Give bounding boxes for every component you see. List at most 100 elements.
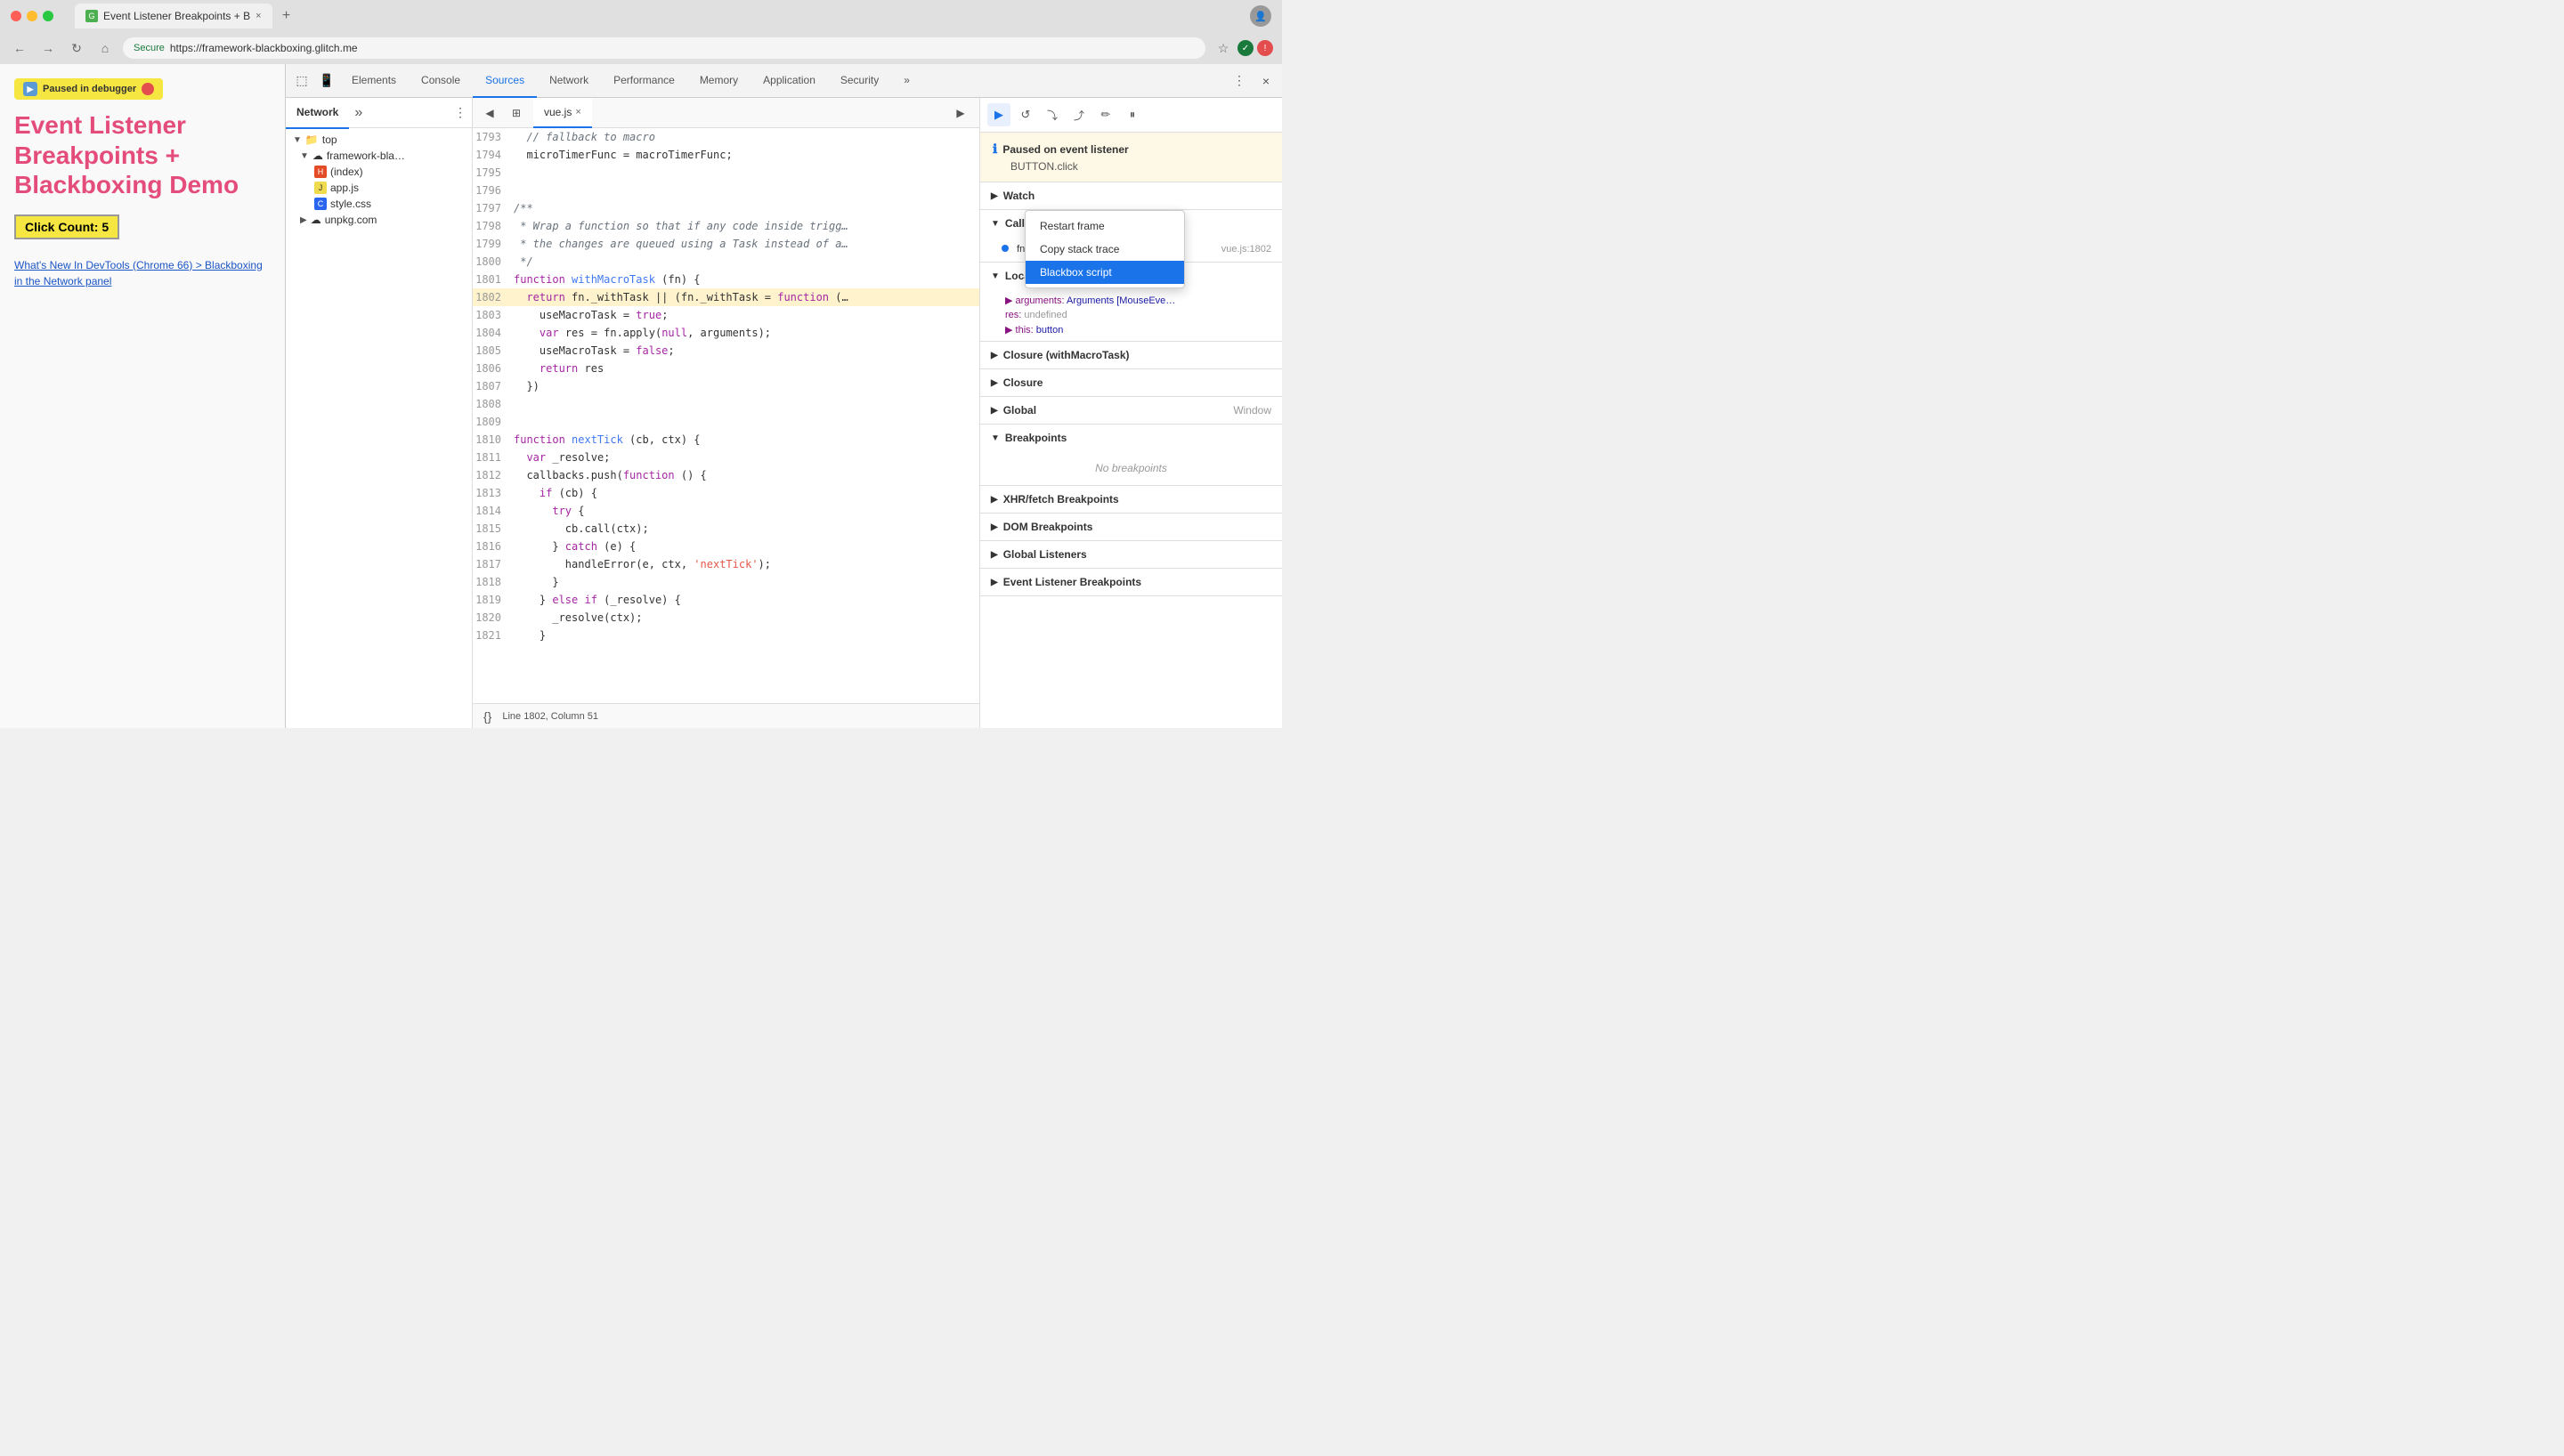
toggle-sidebar-button[interactable]: ◀ bbox=[478, 101, 501, 125]
tab-close-button[interactable]: × bbox=[256, 11, 261, 21]
code-line: 1800 */ bbox=[473, 253, 979, 271]
device-toolbar-button[interactable]: 📱 bbox=[314, 69, 339, 93]
call-stack-arrow: ▼ bbox=[991, 219, 1000, 229]
extension-icon[interactable]: ✓ bbox=[1237, 40, 1254, 56]
resume-button[interactable]: ▶ bbox=[987, 103, 1010, 126]
step-over-button[interactable]: ↺ bbox=[1014, 103, 1037, 126]
tree-item-unpkg[interactable]: ▶ ☁ unpkg.com bbox=[286, 212, 472, 228]
context-menu-blackbox-script[interactable]: Blackbox script bbox=[1026, 261, 1184, 284]
more-tabs-button[interactable]: » bbox=[891, 64, 922, 98]
code-line: 1819 } else if (_resolve) { bbox=[473, 591, 979, 609]
tab-title: Event Listener Breakpoints + B bbox=[103, 10, 250, 22]
editor-tab-close[interactable]: × bbox=[575, 107, 580, 117]
code-line: 1803 useMacroTask = true; bbox=[473, 306, 979, 324]
error-icon[interactable]: ! bbox=[1257, 40, 1273, 56]
code-line-active: 1802 return fn._withTask || (fn._withTas… bbox=[473, 288, 979, 306]
closure-with-macrotask-header[interactable]: ▶ Closure (withMacroTask) bbox=[980, 342, 1282, 368]
inspect-element-button[interactable]: ⬚ bbox=[289, 69, 314, 93]
tree-item-framework[interactable]: ▼ ☁ framework-bla… bbox=[286, 148, 472, 164]
editor-toolbar-right: ▶ bbox=[949, 101, 979, 125]
tree-arrow: ▼ bbox=[300, 151, 309, 161]
tab-sources[interactable]: Sources bbox=[473, 64, 537, 98]
css-file-icon: C bbox=[314, 198, 327, 210]
code-line: 1816 } catch (e) { bbox=[473, 538, 979, 555]
watch-arrow: ▶ bbox=[991, 191, 998, 201]
dom-breakpoints-section: ▶ DOM Breakpoints bbox=[980, 514, 1282, 541]
show-navigator-button[interactable]: ⊞ bbox=[505, 101, 528, 125]
dom-breakpoints-header[interactable]: ▶ DOM Breakpoints bbox=[980, 514, 1282, 540]
tree-item-stylecss[interactable]: C style.css bbox=[286, 196, 472, 212]
format-button[interactable]: {} bbox=[483, 709, 491, 724]
code-line: 1795 bbox=[473, 164, 979, 182]
deactivate-button[interactable]: ✏ bbox=[1094, 103, 1117, 126]
tree-item-top[interactable]: ▼ 📁 top bbox=[286, 132, 472, 148]
global-header[interactable]: ▶ Global Window bbox=[980, 397, 1282, 424]
home-button[interactable]: ⌂ bbox=[94, 37, 116, 59]
pause-on-exception-button[interactable]: ⏸ bbox=[1121, 103, 1144, 126]
context-menu: Restart frame Copy stack trace Blackbox … bbox=[1025, 210, 1185, 288]
tab-bar: G Event Listener Breakpoints + B × + bbox=[68, 4, 304, 28]
breakpoints-header[interactable]: ▼ Breakpoints bbox=[980, 425, 1282, 451]
tree-item-index[interactable]: H (index) bbox=[286, 164, 472, 180]
tab-memory[interactable]: Memory bbox=[687, 64, 751, 98]
closure-section: ▶ Closure bbox=[980, 369, 1282, 397]
code-line: 1810 function nextTick (cb, ctx) { bbox=[473, 431, 979, 449]
global-listeners-section: ▶ Global Listeners bbox=[980, 541, 1282, 569]
minimize-button[interactable] bbox=[27, 11, 37, 21]
sidebar-network-tab[interactable]: Network bbox=[286, 98, 349, 129]
xhr-breakpoints-header[interactable]: ▶ XHR/fetch Breakpoints bbox=[980, 486, 1282, 513]
back-button[interactable]: ← bbox=[9, 37, 30, 59]
html-file-icon: H bbox=[314, 166, 327, 178]
watch-header[interactable]: ▶ Watch bbox=[980, 182, 1282, 209]
tab-network[interactable]: Network bbox=[537, 64, 601, 98]
closure-header[interactable]: ▶ Closure bbox=[980, 369, 1282, 396]
page-link[interactable]: What's New In DevTools (Chrome 66) > Bla… bbox=[14, 257, 271, 289]
tree-item-appjs[interactable]: J app.js bbox=[286, 180, 472, 196]
close-button[interactable] bbox=[11, 11, 21, 21]
tab-favicon: G bbox=[85, 10, 98, 22]
traffic-lights bbox=[11, 11, 53, 21]
devtools-menu-button[interactable]: ⋮ bbox=[1227, 69, 1252, 93]
page-title: Event Listener Breakpoints + Blackboxing… bbox=[14, 110, 271, 200]
devtools-close-button[interactable]: × bbox=[1254, 69, 1278, 93]
code-editor[interactable]: 1793 // fallback to macro 1794 microTime… bbox=[473, 128, 979, 703]
tab-elements[interactable]: Elements bbox=[339, 64, 409, 98]
code-line: 1801 function withMacroTask (fn) { bbox=[473, 271, 979, 288]
sidebar-tabs: Network » ⋮ bbox=[286, 98, 472, 128]
maximize-button[interactable] bbox=[43, 11, 53, 21]
code-line: 1808 bbox=[473, 395, 979, 413]
address-url: https://framework-blackboxing.glitch.me bbox=[170, 42, 358, 54]
step-out-button[interactable]: ⤴ bbox=[1067, 103, 1091, 126]
tab-application[interactable]: Application bbox=[751, 64, 828, 98]
resume-button[interactable]: ▶ bbox=[23, 82, 37, 96]
browser-tab[interactable]: G Event Listener Breakpoints + B × bbox=[75, 4, 272, 28]
refresh-button[interactable]: ↻ bbox=[66, 37, 87, 59]
sidebar-menu-button[interactable]: ⋮ bbox=[449, 101, 472, 124]
tab-performance[interactable]: Performance bbox=[601, 64, 687, 98]
context-menu-restart-frame[interactable]: Restart frame bbox=[1026, 214, 1184, 238]
forward-button[interactable]: → bbox=[37, 37, 59, 59]
secure-badge: Secure bbox=[134, 43, 165, 53]
devtools-panel: ⬚ 📱 Elements Console Sources Network Per… bbox=[285, 64, 1282, 728]
address-input[interactable]: Secure https://framework-blackboxing.gli… bbox=[123, 37, 1205, 59]
event-listener-breakpoints-header[interactable]: ▶ Event Listener Breakpoints bbox=[980, 569, 1282, 595]
bookmark-button[interactable]: ☆ bbox=[1213, 37, 1234, 59]
devtools-body: Network » ⋮ ▼ 📁 top ▼ bbox=[286, 98, 1282, 728]
code-line: 1817 handleError(e, ctx, 'nextTick'); bbox=[473, 555, 979, 573]
code-line: 1796 bbox=[473, 182, 979, 199]
step-into-button[interactable]: ⤵ bbox=[1041, 103, 1064, 126]
record-icon bbox=[142, 83, 154, 95]
status-line-col: Line 1802, Column 51 bbox=[502, 711, 598, 722]
tab-security[interactable]: Security bbox=[828, 64, 891, 98]
sidebar-more-tabs[interactable]: » bbox=[349, 101, 368, 125]
scope-this: ▶ this: button bbox=[980, 322, 1282, 337]
tab-console[interactable]: Console bbox=[409, 64, 473, 98]
run-snippet-button[interactable]: ▶ bbox=[949, 101, 972, 125]
global-listeners-header[interactable]: ▶ Global Listeners bbox=[980, 541, 1282, 568]
paused-label: Paused in debugger bbox=[43, 84, 136, 94]
context-menu-copy-stack-trace[interactable]: Copy stack trace bbox=[1026, 238, 1184, 261]
new-tab-button[interactable]: + bbox=[276, 5, 297, 27]
editor-tab-vuejs[interactable]: vue.js × bbox=[533, 98, 592, 128]
paused-info-title: ℹ Paused on event listener bbox=[993, 142, 1270, 157]
call-stack-section: ▼ Call Stack fn._withTask.fn._withTask v… bbox=[980, 210, 1282, 263]
